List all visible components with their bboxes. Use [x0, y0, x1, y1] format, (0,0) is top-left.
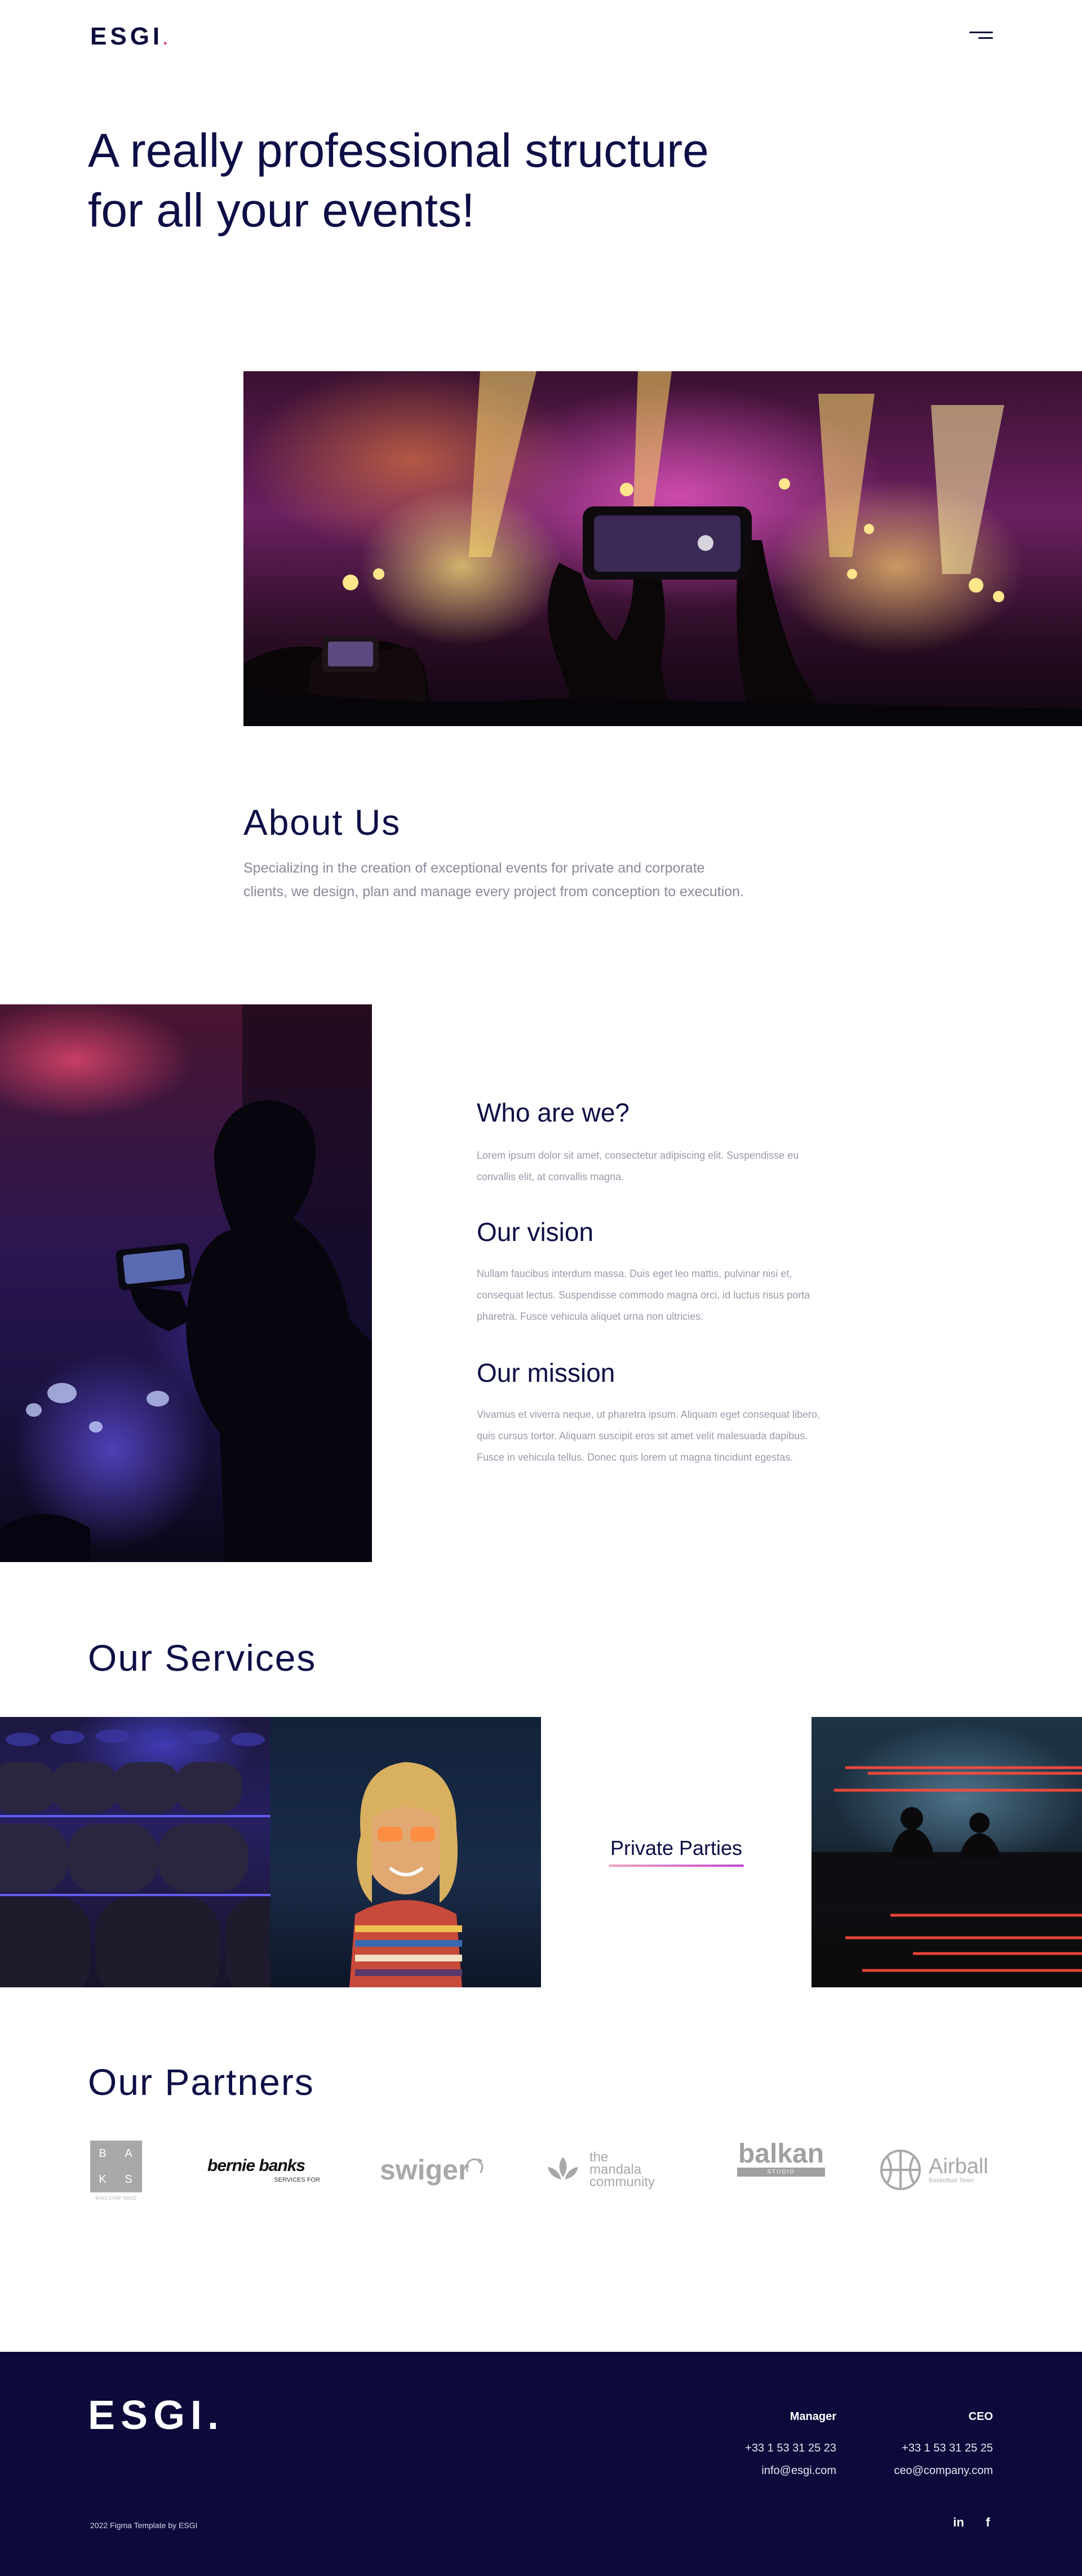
bernie-banks-name: bernie banks — [207, 2156, 305, 2175]
manager-phone[interactable]: +33 1 53 31 25 23 — [724, 2442, 836, 2455]
partner-logo-balkan[interactable]: balkan STUDIO ARCHITECTURE — [737, 2141, 825, 2199]
partner-logo-airball[interactable]: Airball Basketball Team — [879, 2141, 994, 2199]
ceo-email[interactable]: ceo@company.com — [868, 2464, 993, 2477]
airball-sub: Basketball Team — [929, 2177, 974, 2184]
basketball-icon — [880, 2150, 921, 2190]
about-description: Specializing in the creation of exceptio… — [243, 860, 744, 900]
balkan-sub: STUDIO ARCHITECTURE — [737, 2168, 825, 2184]
partners-title: Our Partners — [88, 2061, 314, 2103]
photographer-silhouette-image — [0, 1004, 372, 1562]
logo-text: ESGI — [90, 23, 163, 50]
our-vision-heading: Our vision — [477, 1217, 594, 1247]
swiger-arrow-icon — [465, 2158, 484, 2174]
footer-logo[interactable]: ESGI. — [88, 2392, 224, 2439]
partner-logo-baks-subtitle: BAKS CORP SINCE — [95, 2196, 137, 2201]
hero-title-line-1: A really professional structure — [88, 124, 709, 177]
manager-role: Manager — [790, 2410, 836, 2423]
leaf-icon — [548, 2157, 578, 2179]
facebook-icon[interactable]: f — [979, 2515, 996, 2532]
partner-logo-bernie-banks[interactable]: bernie banks SERVICES FOR — [207, 2141, 320, 2199]
ceo-role: CEO — [968, 2410, 993, 2423]
bernie-banks-sub: SERVICES FOR — [274, 2177, 320, 2183]
linkedin-icon[interactable]: in — [950, 2515, 967, 2532]
service-card-venue[interactable] — [0, 1717, 270, 1987]
baks-letter-a: A — [125, 2147, 134, 2160]
partner-logo-swiger[interactable]: swiger — [380, 2141, 487, 2199]
airball-name: Airball — [929, 2155, 988, 2178]
menu-line-bottom — [978, 37, 993, 39]
ceo-phone[interactable]: +33 1 53 31 25 25 — [868, 2442, 993, 2455]
who-are-we-text: Lorem ipsum dolor sit amet, consectetur … — [477, 1150, 799, 1182]
baks-letter-s: S — [125, 2173, 134, 2186]
service-card-private-parties[interactable]: Private Parties — [541, 1717, 812, 1987]
who-are-we-heading: Who are we? — [477, 1098, 630, 1127]
balkan-name: balkan — [738, 2139, 824, 2169]
our-vision-text: Nullam faucibus interdum massa. Duis ege… — [477, 1268, 810, 1322]
copyright-text: 2022 Figma Template by ESGI — [90, 2521, 198, 2530]
hamburger-menu-icon[interactable] — [969, 32, 993, 41]
swiger-name: swiger — [380, 2154, 469, 2186]
logo[interactable]: ESGI. — [90, 23, 168, 51]
service-card-guest[interactable] — [270, 1717, 541, 1987]
mandala-line-3: community — [589, 2174, 655, 2190]
hero-concert-image — [243, 371, 1082, 726]
hero-title: A really professional structure for all … — [88, 121, 764, 240]
service-label-underline — [609, 1865, 744, 1867]
partner-logo-mandala[interactable]: the mandala community — [544, 2141, 674, 2199]
manager-email[interactable]: info@esgi.com — [724, 2464, 836, 2477]
services-title: Our Services — [88, 1637, 317, 1679]
about-title: About Us — [243, 802, 401, 843]
service-card-concert[interactable] — [812, 1717, 1082, 1987]
airball-text: Airball Basketball Team — [929, 2156, 988, 2184]
our-mission-heading: Our mission — [477, 1358, 615, 1387]
our-mission-text: Vivamus et viverra neque, ut pharetra ip… — [477, 1409, 821, 1463]
partner-logo-baks[interactable]: B A K S — [90, 2141, 142, 2192]
logo-dot: . — [163, 30, 168, 48]
baks-letter-k: K — [99, 2173, 108, 2186]
footer: ESGI. Manager +33 1 53 31 25 23 info@esg… — [0, 2352, 1082, 2576]
baks-letter-b: B — [99, 2147, 108, 2160]
hero-title-line-2: for all your events! — [88, 184, 475, 237]
service-label-private-parties: Private Parties — [610, 1836, 743, 1859]
mandala-text: the mandala community — [589, 2151, 655, 2190]
menu-line-top — [969, 32, 993, 33]
